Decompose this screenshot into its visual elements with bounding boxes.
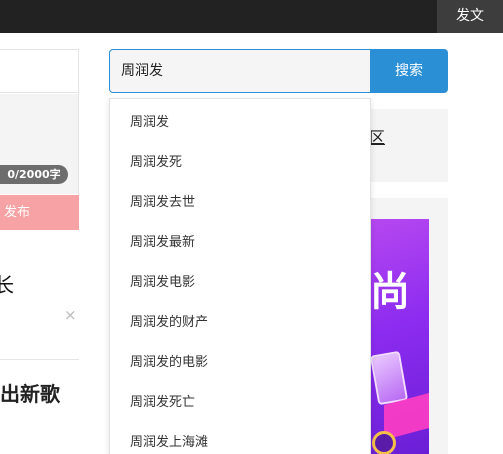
suggestion-item[interactable]: 周润发的财产 [130,311,208,330]
suggestion-item[interactable]: 周润发最新 [130,231,195,250]
suggestion-item[interactable]: 周润发死亡 [130,391,195,410]
search-button[interactable]: 搜索 [370,49,448,93]
top-nav-bar: 发文 [0,0,503,33]
suggestion-item[interactable]: 周润发 [130,111,169,130]
char-count-badge: 0/2000字 [0,165,68,184]
left-title-input[interactable] [0,49,79,93]
feed-item-title[interactable]: 长 [0,269,14,298]
suggestion-item[interactable]: 周润发电影 [130,271,195,290]
phone-illustration [370,350,409,406]
search-input[interactable]: 周润发 [109,49,371,93]
ad-banner[interactable]: 尚 [370,219,429,454]
suggestion-item[interactable]: 周润发的电影 [130,351,208,370]
post-article-button[interactable]: 发文 [437,0,503,33]
publish-button[interactable]: 发布 [0,195,79,230]
suggestion-item[interactable]: 周润发去世 [130,191,195,210]
zone-link[interactable]: 区 [369,124,385,148]
divider [0,359,79,360]
search-suggestion-dropdown: 周润发 周润发死 周润发去世 周润发最新 周润发电影 周润发的财产 周润发的电影… [109,98,371,454]
suggestion-item[interactable]: 周润发死 [130,151,182,170]
feed-item-title-2[interactable]: 出新歌 [0,378,60,407]
close-icon[interactable]: × [64,306,77,324]
coin-illustration [372,431,396,454]
banner-glyph: 尚 [370,269,410,315]
suggestion-item[interactable]: 周润发上海滩 [130,431,208,450]
